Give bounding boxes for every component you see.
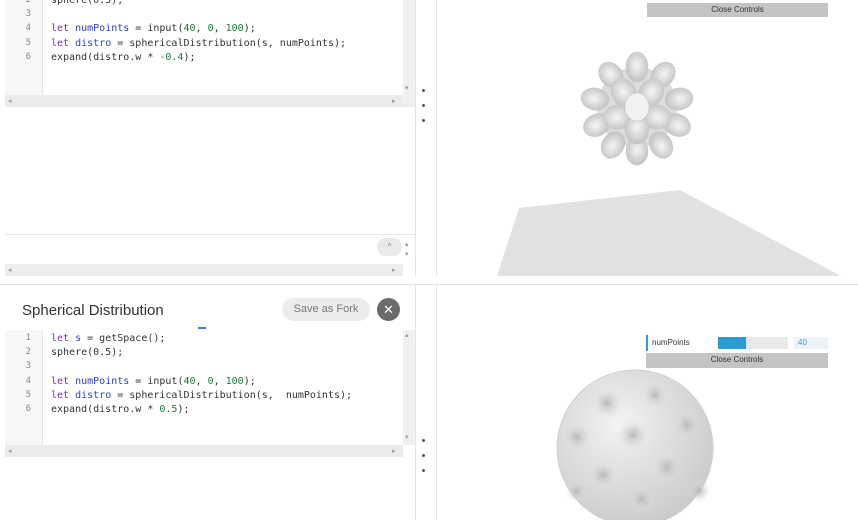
code-token: );	[243, 23, 256, 35]
code-token: = input(	[129, 23, 184, 35]
collapse-icon: ^	[387, 242, 392, 251]
code-token: numPoints	[75, 23, 130, 35]
close-icon: ✕	[383, 302, 394, 317]
code-line[interactable]: let numPoints = input(40, 0, 100);	[51, 23, 256, 34]
line-number: 5	[25, 37, 31, 48]
scroll-down-icon[interactable]: ▾	[405, 250, 409, 258]
code-line[interactable]: expand(distro.w * 0.5);	[51, 404, 189, 415]
code-token: let	[51, 389, 76, 401]
code-token: expand(distro.w *	[51, 404, 160, 415]
code-token: );	[183, 51, 196, 63]
drag-handle-dot[interactable]	[422, 454, 425, 457]
line-number: 3	[25, 9, 31, 20]
code-token: 0.5	[159, 404, 178, 415]
numpoints-value-input[interactable]: 40	[794, 337, 828, 349]
code-token: let	[51, 375, 76, 387]
scroll-up-icon[interactable]: ▴	[405, 240, 409, 248]
scroll-down-icon[interactable]: ▾	[405, 84, 409, 92]
code-token: = input(	[129, 375, 184, 387]
code-token: 40	[183, 375, 196, 387]
dimpled-sphere-shape	[556, 369, 714, 520]
code-token: = getSpace();	[81, 333, 166, 344]
scroll-left-icon[interactable]: ◂	[8, 97, 12, 105]
line-number: 6	[25, 51, 31, 62]
numpoints-slider-fill	[718, 337, 746, 349]
bottom-3d-viewport[interactable]: numPoints 40 Close Controls	[437, 285, 850, 520]
scroll-left-icon[interactable]: ◂	[8, 447, 12, 455]
code-token: let	[51, 23, 76, 35]
code-token: );	[243, 375, 256, 387]
code-token: distro	[75, 37, 112, 49]
bottom-code-editor[interactable]: 1 let s = getSpace(); 2 sphere(0.5); 3 4 let n…	[5, 330, 403, 445]
code-token: numPoints	[75, 375, 130, 387]
numpoints-label: numPoints	[652, 338, 690, 347]
drag-handle-dot[interactable]	[422, 469, 425, 472]
code-token: let	[51, 37, 76, 49]
bottom-editor-vscrollbar[interactable]	[403, 330, 415, 445]
bottom-3d-scene	[556, 369, 714, 520]
drag-handle-dot[interactable]	[422, 89, 425, 92]
code-line[interactable]: sphere(0.5);	[51, 347, 123, 358]
bottom-vertical-divider	[415, 285, 416, 520]
line-number: 1	[25, 333, 31, 343]
top-editor-hscrollbar[interactable]	[5, 95, 403, 107]
code-token: -0.4	[159, 51, 184, 63]
top-code-editor[interactable]: 2 sphere(0.5); 3 4 let numPoints = input(40,…	[5, 0, 403, 95]
console-hscrollbar[interactable]	[5, 264, 403, 276]
code-line[interactable]: let numPoints = input(40, 0, 100);	[51, 376, 256, 387]
close-controls-button[interactable]: Close Controls	[646, 353, 828, 368]
code-token: sphere(0.5);	[51, 347, 124, 359]
drag-handle-dot[interactable]	[422, 439, 425, 442]
code-token: );	[177, 404, 190, 415]
code-token: 40	[183, 23, 196, 35]
code-token: ,	[195, 23, 208, 35]
line-number: 2	[25, 347, 31, 358]
code-token: ,	[213, 23, 226, 35]
scroll-left-icon[interactable]: ◂	[8, 266, 12, 274]
numpoints-slider[interactable]	[718, 337, 788, 349]
code-token: ,	[195, 375, 208, 387]
bottom-editor-hscrollbar[interactable]	[5, 445, 403, 457]
line-number: 3	[25, 361, 31, 372]
drag-handle-dot[interactable]	[422, 119, 425, 122]
scroll-up-icon[interactable]: ▴	[405, 331, 409, 339]
scroll-right-icon[interactable]: ▸	[392, 447, 396, 455]
code-token: = sphericalDistribution(s, numPoints);	[111, 37, 347, 49]
top-3d-scene	[497, 51, 841, 276]
code-token: = sphericalDistribution(s, numPoints);	[111, 389, 353, 401]
line-number: 5	[25, 389, 31, 400]
drag-handle-dot[interactable]	[422, 104, 425, 107]
page-title: Spherical Distribution	[22, 302, 164, 319]
scroll-down-icon[interactable]: ▾	[405, 433, 409, 441]
line-number: 6	[25, 404, 31, 414]
line-number: 2	[25, 0, 31, 5]
save-as-fork-button[interactable]: Save as Fork	[282, 298, 370, 321]
collapse-button[interactable]: ^	[377, 238, 402, 256]
close-controls-button[interactable]: Close Controls	[647, 3, 828, 17]
close-button[interactable]: ✕	[377, 298, 400, 321]
top-vertical-divider	[415, 0, 416, 276]
scroll-right-icon[interactable]: ▸	[392, 97, 396, 105]
code-token: 100	[225, 375, 244, 387]
top-editor-lower-area	[5, 107, 415, 235]
code-line[interactable]: sphere(0.5);	[51, 0, 123, 6]
code-token: expand(distro.w *	[51, 51, 160, 63]
code-token: sphere(0.5);	[51, 0, 124, 6]
code-line[interactable]: let distro = sphericalDistribution(s, nu…	[51, 38, 346, 49]
line-number: 4	[25, 23, 31, 34]
line-number: 4	[25, 375, 31, 386]
cursor-marker	[198, 327, 206, 329]
code-token: let	[51, 333, 76, 344]
ground-plane	[497, 190, 841, 276]
code-token: ,	[213, 375, 226, 387]
code-line[interactable]: let distro = sphericalDistribution(s, nu…	[51, 390, 352, 401]
code-token: distro	[75, 389, 112, 401]
numpoints-control[interactable]: numPoints 40	[646, 335, 828, 351]
top-3d-viewport[interactable]: Close Controls	[437, 0, 850, 276]
scroll-right-icon[interactable]: ▸	[392, 266, 396, 274]
spiky-sphere-shape	[580, 51, 694, 166]
code-line[interactable]: let s = getSpace();	[51, 333, 165, 344]
code-token: 100	[225, 23, 244, 35]
code-line[interactable]: expand(distro.w * -0.4);	[51, 52, 196, 63]
